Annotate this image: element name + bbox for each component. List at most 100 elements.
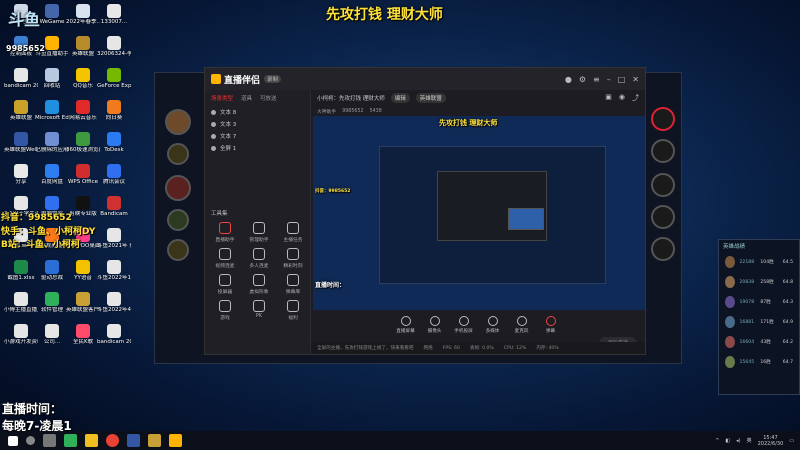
close-icon[interactable]: ✕: [632, 75, 639, 84]
source-control-button[interactable]: 麦克风: [511, 316, 533, 334]
hero-stat-row[interactable]: 22188 104胜 64.5: [719, 252, 799, 272]
settings-icon[interactable]: ⚙: [579, 75, 586, 84]
desktop-icon[interactable]: 腾讯会议: [97, 164, 131, 194]
desktop-icon[interactable]: ToDesk: [97, 132, 131, 162]
desktop-icon[interactable]: 已删除的应用: [35, 132, 69, 162]
desktop-icon[interactable]: bandicam 2022-06-2...: [4, 68, 38, 98]
search-icon[interactable]: [26, 436, 35, 445]
eye-icon[interactable]: [211, 145, 216, 151]
desktop-icon[interactable]: 网易云音乐: [66, 100, 100, 130]
tab-broadcast[interactable]: 可放送: [260, 94, 277, 102]
desktop-icon[interactable]: 向日葵: [97, 100, 131, 130]
tool-button[interactable]: 精彩时刻: [279, 248, 307, 269]
desktop-icon[interactable]: 截图1.xlsx: [4, 260, 38, 290]
tool-button[interactable]: 游戏: [211, 300, 239, 321]
skill-slot[interactable]: [651, 173, 675, 197]
stream-preview[interactable]: 先攻打钱 理财大师 抖音：9985652 直播时间：: [313, 116, 645, 310]
desktop-icon[interactable]: 32006324-李鸿...: [97, 36, 131, 66]
desktop-icon[interactable]: WeGame: [35, 4, 69, 34]
folder-icon[interactable]: [85, 434, 98, 447]
tool-button[interactable]: 虚拟形象: [245, 274, 273, 295]
desktop-icon[interactable]: 全民K歌: [66, 324, 100, 354]
hero-stat-row[interactable]: 15645 16胜 64.7: [719, 352, 799, 372]
desktop-icon[interactable]: 斗鱼2022年4-6月直播...: [97, 292, 131, 322]
source-item[interactable]: 全屏 1: [205, 142, 310, 154]
desktop-icon[interactable]: 分享: [4, 164, 38, 194]
version-badge[interactable]: 录制: [264, 75, 282, 83]
volume-icon[interactable]: ◂): [736, 438, 740, 444]
desktop-icon[interactable]: 驱动总裁: [35, 260, 69, 290]
desktop-icon[interactable]: QQ音乐: [66, 68, 100, 98]
desktop-icon[interactable]: YY语音: [66, 260, 100, 290]
desktop-icon[interactable]: 英雄联盟客户端: [66, 292, 100, 322]
desktop-icon[interactable]: 斗鱼2021年下半年...: [97, 228, 131, 258]
tool-button[interactable]: 直播助手: [211, 222, 239, 243]
champion-portrait[interactable]: [165, 175, 191, 201]
chevron-up-icon[interactable]: ^: [715, 438, 719, 444]
desktop-icon[interactable]: 百度网盘: [35, 164, 69, 194]
network-icon[interactable]: ◧: [725, 438, 730, 444]
chrome-icon[interactable]: [106, 434, 119, 447]
desktop-icon[interactable]: Microsoft Edge: [35, 100, 69, 130]
tool-button[interactable]: 多人连麦: [245, 248, 273, 269]
menu-icon[interactable]: ≡: [593, 75, 600, 84]
desktop-icon[interactable]: 软件管理: [35, 292, 69, 322]
tool-button[interactable]: 管理助手: [245, 222, 273, 243]
maximize-icon[interactable]: □: [618, 75, 626, 84]
desktop-icon[interactable]: 回收站: [35, 68, 69, 98]
tab-scene[interactable]: 场景类型: [211, 94, 233, 102]
source-item[interactable]: 文本 8: [205, 106, 310, 118]
skill-slot[interactable]: [651, 107, 675, 131]
tool-button[interactable]: 视频连麦: [211, 248, 239, 269]
desktop-icon[interactable]: 英雄联盟: [4, 100, 38, 130]
desktop-icon[interactable]: 小游戏开发资料: [4, 324, 38, 354]
desktop-icon[interactable]: 英雄联盟: [66, 36, 100, 66]
source-control-button[interactable]: 弹幕: [540, 316, 562, 334]
source-control-button[interactable]: 多媒体: [482, 316, 504, 334]
desktop-icon[interactable]: Bandicam: [97, 196, 131, 226]
desktop-icon[interactable]: 360极速浏览器: [66, 132, 100, 162]
tool-button[interactable]: PK: [245, 300, 273, 319]
desktop-icon[interactable]: 公司...: [35, 324, 69, 354]
desktop-icon[interactable]: 斗鱼2022年1-3月直播...: [97, 260, 131, 290]
source-control-button[interactable]: 摄像头: [424, 316, 446, 334]
hero-stat-row[interactable]: 19078 87胜 64.3: [719, 292, 799, 312]
avatar-icon[interactable]: ●: [565, 75, 572, 84]
source-item[interactable]: 文本 3: [205, 118, 310, 130]
champion-portrait[interactable]: [165, 109, 191, 135]
record-icon[interactable]: ◉: [619, 93, 625, 103]
tool-button[interactable]: 福利: [279, 300, 307, 321]
clock[interactable]: 15:47 2022/6/30: [758, 435, 784, 447]
skill-slot[interactable]: [651, 237, 675, 261]
desktop-icon[interactable]: 2022年春季...: [66, 4, 100, 34]
desktop-icon[interactable]: 英雄联盟WeGame版: [4, 132, 38, 162]
hero-stat-row[interactable]: 16604 43胜 64.2: [719, 332, 799, 352]
ime-indicator[interactable]: 英: [747, 437, 752, 444]
source-item[interactable]: 文本 7: [205, 130, 310, 142]
tool-button[interactable]: 投屏器: [211, 274, 239, 295]
desktop-icon[interactable]: 小傅主播直播正式版: [4, 292, 38, 322]
minimize-icon[interactable]: –: [607, 75, 611, 84]
tool-button[interactable]: 弹幕库: [279, 274, 307, 295]
source-control-button[interactable]: 手机投屏: [453, 316, 475, 334]
eye-icon[interactable]: [211, 133, 216, 139]
eye-icon[interactable]: [211, 121, 216, 127]
skill-slot[interactable]: [651, 139, 675, 163]
streaming-app-window[interactable]: 直播伴侣 录制 ● ⚙ ≡ – □ ✕ 场景类型 道具 可放送 文本 8 文本 3…: [204, 67, 646, 355]
desktop-icon[interactable]: bandicam 2022-06-2...: [97, 324, 131, 354]
share-icon[interactable]: ⤴: [632, 93, 639, 103]
task-view-icon[interactable]: [43, 434, 56, 447]
desktop-icon[interactable]: WPS Office: [66, 164, 100, 194]
game-icon[interactable]: [127, 434, 140, 447]
skill-slot[interactable]: [651, 205, 675, 229]
tab-props[interactable]: 道具: [241, 94, 252, 102]
notification-icon[interactable]: ▭: [789, 438, 794, 444]
wechat-icon[interactable]: [64, 434, 77, 447]
layout-icon[interactable]: ▣: [605, 93, 612, 103]
category-tag[interactable]: 英雄联盟: [415, 93, 446, 103]
source-control-button[interactable]: 直播屏幕: [395, 316, 417, 334]
hero-stat-row[interactable]: 16881 171胜 64.9: [719, 312, 799, 332]
edit-title-button[interactable]: 编辑: [390, 93, 410, 103]
windows-start-icon[interactable]: [8, 435, 18, 446]
streaming-app-icon[interactable]: [169, 434, 182, 447]
